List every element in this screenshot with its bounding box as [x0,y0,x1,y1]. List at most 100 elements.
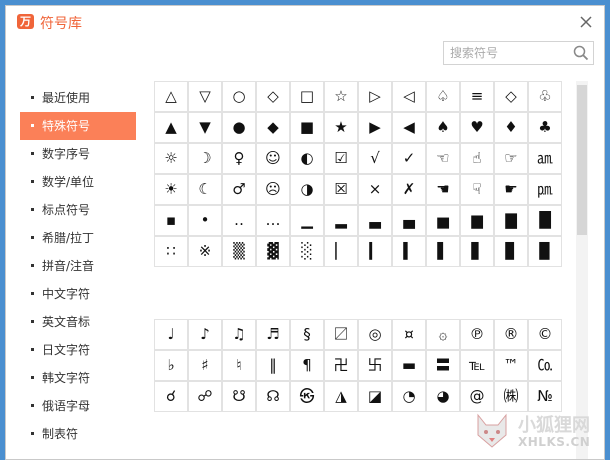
symbol-cell[interactable]: ㉿ [290,381,324,412]
sidebar-item-3[interactable]: 数学/单位 [20,168,136,196]
symbol-cell[interactable]: ☑ [324,143,358,174]
symbol-cell[interactable]: ◎ [358,319,392,350]
symbol-cell[interactable]: ☚ [426,174,460,205]
symbol-cell[interactable]: ☀ [154,174,188,205]
symbol-cell[interactable]: ☟ [460,174,494,205]
symbol-cell[interactable]: ♣ [528,112,562,143]
symbol-cell[interactable]: ♤ [426,81,460,112]
symbol-cell[interactable]: ¶ [290,350,324,381]
symbol-cell[interactable]: ◮ [324,381,358,412]
symbol-cell[interactable]: ◔ [392,381,426,412]
symbol-cell[interactable]: ♥ [460,112,494,143]
symbol-cell[interactable]: ▏ [324,236,358,267]
symbol-cell[interactable]: ○ [222,81,256,112]
symbol-cell[interactable]: ◇ [256,81,290,112]
symbol-cell[interactable]: ▼ [188,112,222,143]
symbol-cell[interactable]: ☆ [324,81,358,112]
symbol-cell[interactable]: ☝ [460,143,494,174]
symbol-cell[interactable]: ☛ [494,174,528,205]
symbol-cell[interactable]: ✓ [392,143,426,174]
symbol-cell[interactable]: ▉ [528,236,562,267]
symbol-cell[interactable]: ‖ [256,350,290,381]
symbol-cell[interactable]: ☹ [256,174,290,205]
symbol-cell[interactable]: ▽ [188,81,222,112]
symbol-cell[interactable]: ☌ [154,381,188,412]
symbol-cell[interactable]: ▋ [460,236,494,267]
symbol-cell[interactable]: ▍ [392,236,426,267]
symbol-cell[interactable]: ▎ [358,236,392,267]
symbol-cell[interactable]: ∷ [154,236,188,267]
symbol-cell[interactable]: ▲ [154,112,188,143]
symbol-cell[interactable]: ◑ [290,174,324,205]
symbol-cell[interactable]: ✗ [392,174,426,205]
symbol-cell[interactable]: ▌ [426,236,460,267]
sidebar-item-10[interactable]: 韩文字符 [20,364,136,392]
close-button[interactable] [576,12,596,32]
symbol-cell[interactable]: ‥ [222,205,256,236]
symbol-cell[interactable]: @ [460,381,494,412]
symbol-cell[interactable]: ♀ [222,143,256,174]
sidebar-item-0[interactable]: 最近使用 [20,84,136,112]
symbol-cell[interactable]: ♪ [188,319,222,350]
symbol-cell[interactable]: ※ [188,236,222,267]
symbol-cell[interactable]: ▒ [222,236,256,267]
symbol-cell[interactable]: ● [222,112,256,143]
sidebar-item-1[interactable]: 特殊符号 [20,112,136,140]
symbol-cell[interactable]: ◇ [494,81,528,112]
symbol-cell[interactable]: ▄ [392,205,426,236]
symbol-cell[interactable]: • [188,205,222,236]
symbol-cell[interactable]: ◀ [392,112,426,143]
symbol-cell[interactable]: █ [528,205,562,236]
sidebar-item-7[interactable]: 中文字符 [20,280,136,308]
symbol-cell[interactable]: ♫ [222,319,256,350]
symbol-cell[interactable]: √ [358,143,392,174]
symbol-cell[interactable]: … [256,205,290,236]
symbol-cell[interactable]: ℗ [460,319,494,350]
sidebar-item-2[interactable]: 数字序号 [20,140,136,168]
symbol-cell[interactable]: ☍ [188,381,222,412]
symbol-cell[interactable]: ☼ [154,143,188,174]
search-icon[interactable] [573,45,589,61]
symbol-cell[interactable]: ☞ [494,143,528,174]
symbol-cell[interactable]: ▓ [256,236,290,267]
sidebar-item-11[interactable]: 俄语字母 [20,392,136,420]
scrollbar[interactable] [576,81,588,459]
symbol-cell[interactable]: ♦ [494,112,528,143]
symbol-cell[interactable]: 〓 [426,350,460,381]
symbol-cell[interactable]: ㈱ [494,381,528,412]
sidebar-item-12[interactable]: 制表符 [20,420,136,448]
sidebar-item-5[interactable]: 希腊/拉丁 [20,224,136,252]
symbol-cell[interactable]: ▊ [494,236,528,267]
symbol-cell[interactable]: ▃ [358,205,392,236]
symbol-cell[interactable]: ☽ [188,143,222,174]
symbol-cell[interactable]: ® [494,319,528,350]
symbol-cell[interactable]: □ [290,81,324,112]
symbol-cell[interactable]: ♧ [528,81,562,112]
symbol-cell[interactable]: ◐ [290,143,324,174]
symbol-cell[interactable]: ☒ [324,174,358,205]
symbol-cell[interactable]: ★ [324,112,358,143]
symbol-cell[interactable]: ♠ [426,112,460,143]
symbol-cell[interactable]: △ [154,81,188,112]
symbol-cell[interactable]: 卍 [324,350,358,381]
symbol-cell[interactable]: ™ [494,350,528,381]
symbol-cell[interactable]: ◪ [358,381,392,412]
symbol-cell[interactable]: ㏇ [528,350,562,381]
search-input[interactable] [444,42,570,64]
symbol-cell[interactable]: ¤ [392,319,426,350]
symbol-cell[interactable]: ◕ [426,381,460,412]
symbol-cell[interactable]: © [528,319,562,350]
symbol-cell[interactable]: ㏘ [528,174,562,205]
symbol-cell[interactable]: ◁ [392,81,426,112]
symbol-cell[interactable]: ☺ [256,143,290,174]
symbol-cell[interactable]: ♂ [222,174,256,205]
symbol-cell[interactable]: ▷ [358,81,392,112]
symbol-cell[interactable]: × [358,174,392,205]
symbol-cell[interactable]: ▇ [494,205,528,236]
symbol-cell[interactable]: ▆ [460,205,494,236]
symbol-cell[interactable]: ▪ [154,205,188,236]
symbol-cell[interactable]: ㏂ [528,143,562,174]
sidebar-item-4[interactable]: 标点符号 [20,196,136,224]
symbol-cell[interactable]: ◆ [256,112,290,143]
symbol-cell[interactable]: ℡ [460,350,494,381]
